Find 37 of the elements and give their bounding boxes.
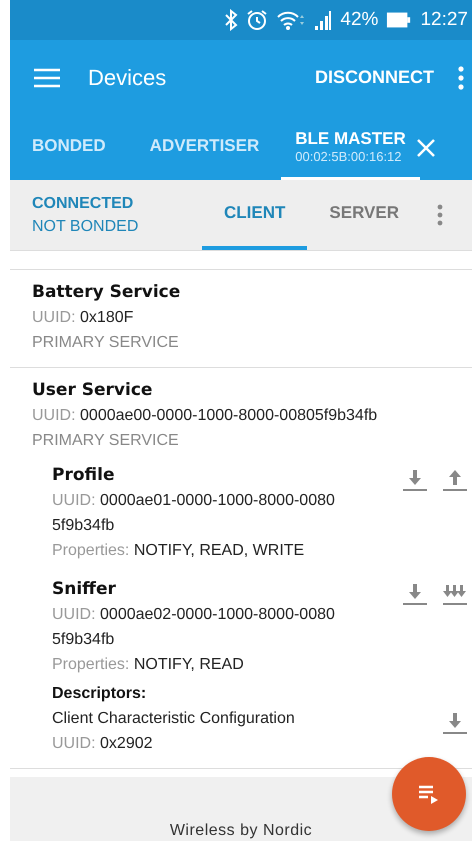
device-tab[interactable]: ADVERTISER bbox=[128, 115, 282, 180]
service-name: User Service bbox=[32, 379, 154, 402]
characteristic-name: Profile bbox=[52, 464, 116, 487]
service-type: PRIMARY SERVICE bbox=[32, 333, 180, 353]
toolbar-title: Devices bbox=[88, 64, 168, 90]
signal-icon bbox=[314, 9, 332, 31]
clock-time: 12:27 bbox=[420, 9, 468, 31]
service-name: Battery Service bbox=[32, 281, 182, 304]
battery-percent: 42% bbox=[340, 9, 378, 31]
descriptor-name: Client Characteristic Configuration bbox=[52, 709, 296, 729]
disconnect-button[interactable]: DISCONNECT bbox=[306, 59, 442, 96]
characteristic-name: Sniffer bbox=[52, 578, 117, 601]
wifi-icon bbox=[276, 9, 306, 31]
uuid-text: UUID: 0000ae02-0000-1000-8000-0080 5f9b34fb bbox=[52, 605, 336, 650]
download-icon[interactable] bbox=[402, 467, 428, 493]
device-tab[interactable]: BONDED bbox=[10, 115, 128, 180]
more-options-icon[interactable] bbox=[458, 66, 464, 90]
properties-text: Properties: NOTIFY, READ, WRITE bbox=[52, 541, 306, 561]
properties-text: Properties: NOTIFY, READ bbox=[52, 655, 245, 675]
uuid-text: UUID: 0x180F bbox=[32, 308, 134, 328]
connection-status: CONNECTED bbox=[32, 194, 134, 214]
menu-icon[interactable] bbox=[34, 68, 60, 88]
bond-status: NOT BONDED bbox=[32, 217, 140, 237]
download-icon[interactable] bbox=[402, 581, 428, 607]
uuid-text: UUID: 0000ae00-0000-1000-8000-00805f9b34fb bbox=[32, 406, 378, 426]
more-options-icon[interactable] bbox=[437, 204, 443, 226]
descriptors-heading: Descriptors: bbox=[52, 684, 148, 704]
close-icon[interactable] bbox=[416, 138, 436, 158]
uuid-text: UUID: 0x2902 bbox=[52, 734, 154, 754]
client-server-tab[interactable]: CLIENT bbox=[202, 180, 308, 250]
uuid-text: UUID: 0000ae01-0000-1000-8000-0080 5f9b34fb bbox=[52, 491, 336, 536]
download-icon[interactable] bbox=[442, 710, 468, 736]
alarm-icon bbox=[246, 9, 268, 31]
footer-text: Wireless by Nordic bbox=[170, 821, 312, 841]
bluetooth-icon bbox=[224, 9, 238, 31]
service-type: PRIMARY SERVICE bbox=[32, 431, 180, 451]
client-server-tab[interactable]: SERVER bbox=[307, 180, 421, 250]
